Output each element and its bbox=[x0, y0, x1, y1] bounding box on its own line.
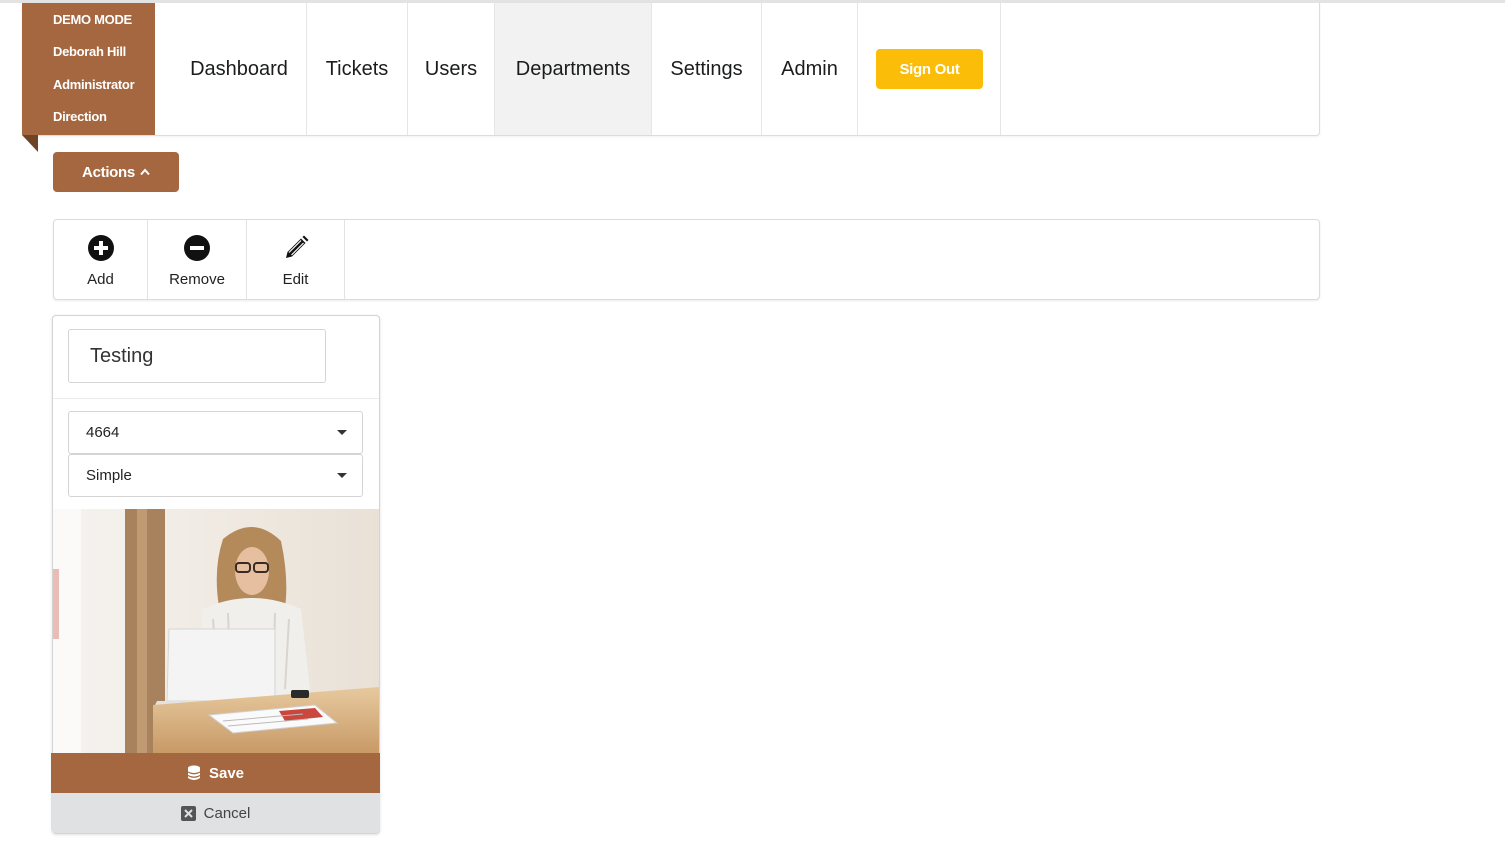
ribbon-tail bbox=[22, 135, 38, 152]
remove-button[interactable]: Remove bbox=[148, 220, 247, 299]
select-two-value: Simple bbox=[86, 467, 132, 484]
nav-departments[interactable]: Departments bbox=[495, 3, 652, 135]
pencil-icon bbox=[285, 235, 308, 258]
cancel-button[interactable]: Cancel bbox=[51, 793, 380, 833]
nav-settings[interactable]: Settings bbox=[652, 3, 762, 135]
edit-label: Edit bbox=[282, 271, 309, 288]
user-name: Deborah Hill bbox=[53, 44, 126, 59]
card-divider bbox=[53, 398, 379, 399]
dropdown-caret-icon bbox=[337, 473, 347, 478]
user-department: Direction bbox=[53, 109, 107, 124]
nav-dashboard[interactable]: Dashboard bbox=[172, 3, 307, 135]
add-label: Add bbox=[87, 271, 114, 288]
department-name-input[interactable]: Testing bbox=[68, 329, 326, 383]
sign-out-button[interactable]: Sign Out bbox=[876, 49, 983, 89]
edit-button[interactable]: Edit bbox=[247, 220, 345, 299]
select-one-value: 4664 bbox=[86, 424, 120, 441]
remove-label: Remove bbox=[169, 271, 225, 288]
nav-users[interactable]: Users bbox=[408, 3, 495, 135]
close-box-icon bbox=[180, 805, 196, 821]
chevron-up-icon bbox=[140, 168, 150, 176]
add-button[interactable]: Add bbox=[54, 220, 148, 299]
demo-mode-label: DEMO MODE bbox=[53, 12, 132, 27]
actions-button[interactable]: Actions bbox=[53, 152, 179, 192]
cancel-label: Cancel bbox=[203, 804, 251, 822]
save-button[interactable]: Save bbox=[51, 753, 380, 793]
save-label: Save bbox=[208, 764, 245, 782]
plus-circle-icon bbox=[87, 235, 114, 261]
department-type-select[interactable]: Simple bbox=[68, 454, 363, 497]
nav-admin[interactable]: Admin bbox=[762, 3, 858, 135]
user-info-panel: DEMO MODE Deborah Hill Administrator Dir… bbox=[22, 3, 155, 135]
database-icon bbox=[187, 765, 201, 780]
minus-circle-icon bbox=[184, 235, 210, 261]
user-role: Administrator bbox=[53, 77, 135, 92]
nav-tickets[interactable]: Tickets bbox=[307, 3, 408, 135]
dropdown-caret-icon bbox=[337, 430, 347, 435]
department-number-select[interactable]: 4664 bbox=[68, 411, 363, 454]
actions-label: Actions bbox=[82, 163, 135, 181]
department-photo bbox=[53, 509, 379, 753]
